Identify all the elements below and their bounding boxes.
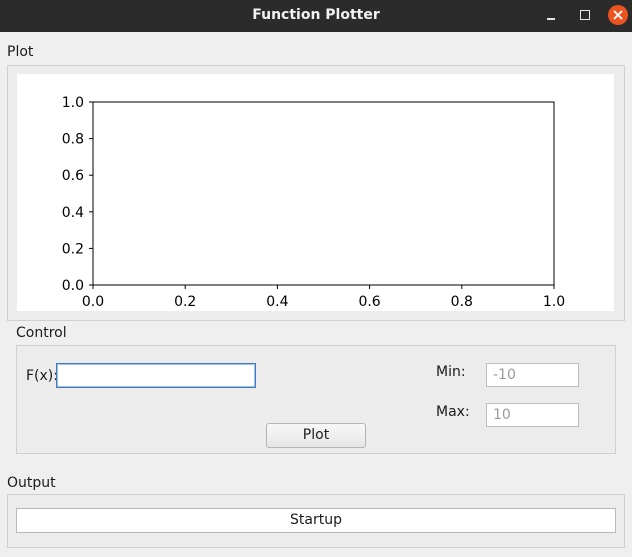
y-tick-label: 0.4	[62, 205, 84, 221]
x-tick-label: 0.2	[174, 294, 196, 310]
window-title: Function Plotter	[252, 7, 380, 23]
close-icon[interactable]	[608, 5, 628, 25]
minimize-icon[interactable]	[542, 6, 562, 26]
max-label: Max:	[436, 404, 470, 420]
plot-group-label: Plot	[7, 44, 34, 60]
title-bar: Function Plotter	[0, 0, 632, 32]
y-tick-label: 0.0	[62, 278, 84, 294]
x-tick-label: 0.8	[451, 294, 473, 310]
min-input[interactable]	[486, 363, 579, 387]
plot-chart: 0.0 0.2 0.4 0.6 0.8 1.0 0.0 0.2 0.4 0.6 0.8 1.0	[62, 95, 565, 310]
y-tick-label: 1.0	[62, 95, 84, 111]
output-group-label: Output	[7, 475, 56, 491]
y-tick-label: 0.2	[62, 241, 84, 257]
y-tick-label: 0.8	[62, 132, 84, 148]
y-tick-label: 0.6	[62, 168, 84, 184]
maximize-icon[interactable]	[575, 6, 595, 26]
output-status: Startup	[16, 508, 616, 533]
x-tick-label: 1.0	[543, 294, 565, 310]
x-tick-label: 0.6	[358, 294, 380, 310]
fx-label: F(x):	[26, 368, 58, 384]
plot-button[interactable]: Plot	[266, 423, 366, 448]
x-tick-label: 0.0	[82, 294, 104, 310]
plot-canvas[interactable]: 0.0 0.2 0.4 0.6 0.8 1.0 0.0 0.2 0.4 0.6 0.8 1.0	[17, 74, 614, 311]
fx-input[interactable]	[56, 363, 256, 388]
max-input[interactable]	[486, 403, 579, 427]
control-group-label: Control	[16, 325, 67, 341]
axes-frame	[92, 101, 555, 286]
min-label: Min:	[436, 364, 466, 380]
x-tick-label: 0.4	[266, 294, 288, 310]
